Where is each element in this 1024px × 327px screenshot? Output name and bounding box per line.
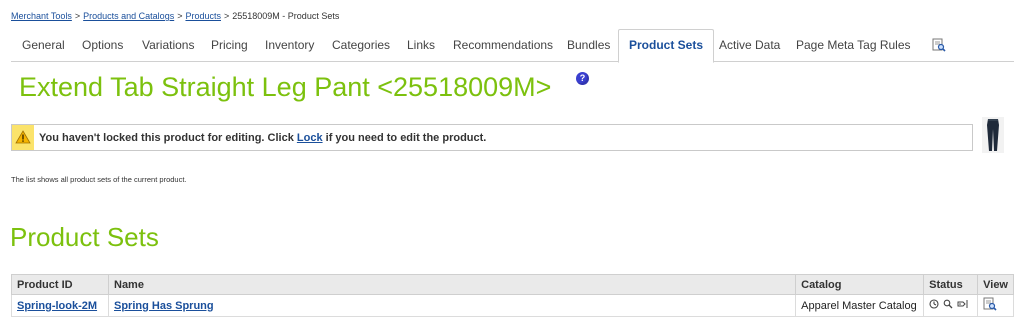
tab-links[interactable]: Links [407, 30, 435, 60]
column-catalog: Catalog [795, 274, 925, 295]
breadcrumb-products[interactable]: Products [185, 11, 221, 21]
tab-active-data[interactable]: Active Data [719, 30, 780, 60]
breadcrumb-separator: > [74, 11, 81, 21]
lock-message-after: if you need to edit the product. [322, 132, 487, 144]
tab-bundles[interactable]: Bundles [567, 30, 610, 60]
lock-message: You haven't locked this product for edit… [39, 132, 486, 144]
cell-name: Spring Has Sprung [107, 294, 797, 317]
section-title: Product Sets [10, 222, 159, 252]
tab-variations[interactable]: Variations [142, 30, 194, 60]
cell-catalog: Apparel Master Catalog [795, 294, 925, 317]
column-name: Name [107, 274, 797, 295]
product-id-link[interactable]: Spring-look-2M [17, 300, 97, 312]
breadcrumb-products-and-catalogs[interactable]: Products and Catalogs [83, 11, 174, 21]
column-view: View [977, 274, 1014, 295]
tab-general[interactable]: General [22, 30, 65, 60]
tab-recommendations[interactable]: Recommendations [453, 30, 553, 60]
cell-product-id: Spring-look-2M [11, 294, 109, 317]
view-icon[interactable] [983, 297, 997, 314]
cell-view [977, 294, 1014, 317]
lock-message-before: You haven't locked this product for edit… [39, 132, 297, 144]
sellable-icon [957, 300, 968, 308]
online-icon [929, 299, 939, 309]
lock-link[interactable]: Lock [297, 132, 323, 144]
cell-status [923, 294, 979, 317]
breadcrumb-current: 25518009M - Product Sets [232, 11, 340, 21]
lock-notice: You haven't locked this product for edit… [11, 124, 973, 151]
table-header-row: Product ID Name Catalog Status View [11, 274, 1014, 295]
breadcrumb-separator: > [177, 11, 183, 21]
tab-categories[interactable]: Categories [332, 30, 390, 60]
breadcrumb-separator: > [224, 11, 230, 21]
product-title: Extend Tab Straight Leg Pant <25518009M> [19, 72, 552, 102]
page-description: The list shows all product sets of the c… [11, 175, 187, 184]
table-row: Spring-look-2M Spring Has Sprung Apparel… [11, 294, 1014, 317]
product-sets-table: Product ID Name Catalog Status View Spri… [11, 274, 1014, 317]
tab-inventory[interactable]: Inventory [265, 30, 314, 60]
tab-bar: General Options Variations Pricing Inven… [11, 29, 1014, 63]
help-icon[interactable]: ? [576, 72, 589, 85]
pant-thumbnail [982, 117, 1004, 153]
tab-pricing[interactable]: Pricing [211, 30, 248, 60]
column-status: Status [923, 274, 979, 295]
searchable-icon [943, 299, 953, 309]
preview-icon[interactable] [932, 38, 946, 52]
breadcrumb-merchant-tools[interactable]: Merchant Tools [11, 11, 72, 21]
breadcrumb: Merchant Tools > Products and Catalogs > Pro… [11, 11, 339, 21]
product-name-link[interactable]: Spring Has Sprung [114, 300, 214, 312]
tab-product-sets[interactable]: Product Sets [618, 29, 715, 63]
warning-icon [12, 125, 34, 150]
tab-page-meta-tag-rules[interactable]: Page Meta Tag Rules [796, 30, 911, 60]
column-product-id: Product ID [11, 274, 109, 295]
tab-options[interactable]: Options [82, 30, 123, 60]
